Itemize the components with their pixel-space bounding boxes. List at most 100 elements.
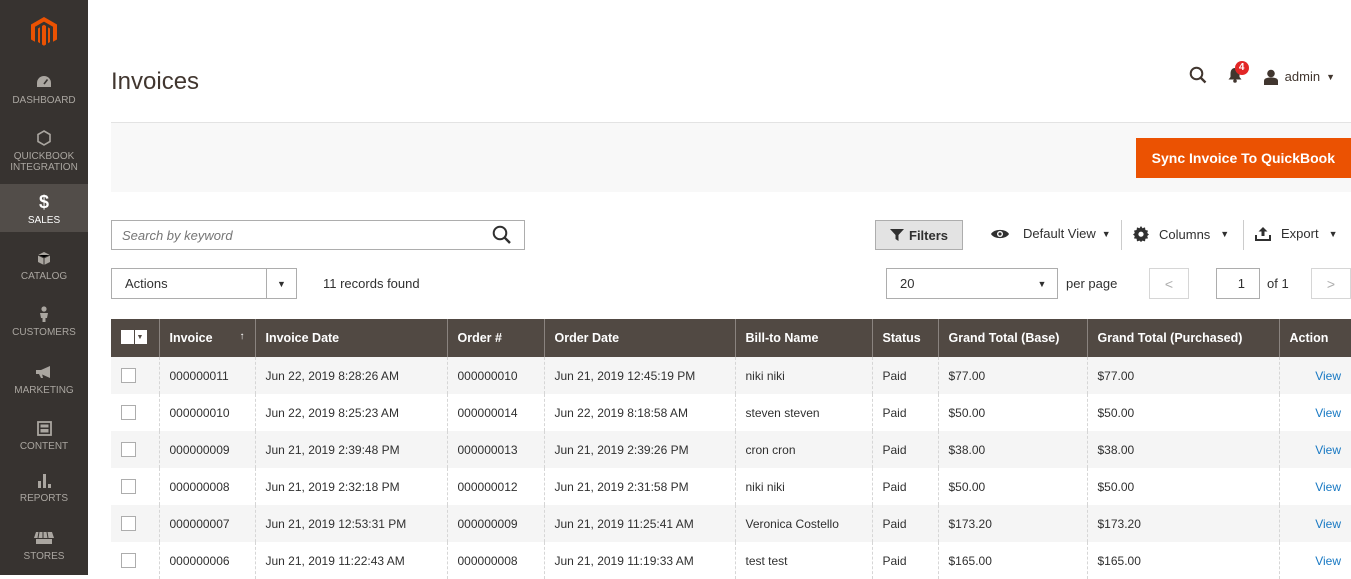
grand-total-purchased-cell: $38.00 <box>1097 442 1135 457</box>
view-link[interactable]: View <box>1315 480 1341 494</box>
grid-header-row: ▼ Invoice ↑ Invoice Date Order # Order D… <box>111 319 1351 357</box>
status-cell: Paid <box>871 468 938 505</box>
sidebar-item-label: STORES <box>23 551 65 562</box>
invoice-cell: 000000006 <box>169 553 230 568</box>
user-menu[interactable]: admin ▼ <box>1263 69 1335 85</box>
magento-logo-icon[interactable] <box>0 0 88 64</box>
sidebar-item-reports[interactable]: REPORTS <box>0 470 88 510</box>
sidebar-item-quickbook-integration[interactable]: QUICKBOOK INTEGRATION <box>0 128 88 176</box>
bill-to-name-cell: Veronica Costello <box>745 516 839 531</box>
bill-to-name-cell: cron cron <box>745 442 796 457</box>
column-header-order[interactable]: Order # <box>446 319 544 357</box>
grand-total-base-cell: $165.00 <box>937 542 1087 579</box>
order-cell: 000000010 <box>446 357 544 394</box>
row-checkbox[interactable] <box>121 516 136 532</box>
search-icon[interactable] <box>492 225 512 250</box>
columns-control[interactable]: Columns ▼ <box>1133 226 1229 242</box>
row-checkbox[interactable] <box>121 553 136 569</box>
per-page-value: 20 <box>900 276 915 291</box>
sidebar-item-dashboard[interactable]: DASHBOARD <box>0 72 88 112</box>
view-switcher[interactable]: Default View ▼ <box>991 226 1111 241</box>
grand-total-purchased-cell: $77.00 <box>1097 368 1135 383</box>
bill-to-name-cell: niki niki <box>745 368 785 383</box>
table-row: 000000007 Jun 21, 2019 12:53:31 PM 0000000… <box>111 505 1351 542</box>
checkbox-cell <box>111 542 159 579</box>
sidebar-item-label: SALES <box>27 215 61 226</box>
bill-to-name-cell: steven steven <box>734 394 872 431</box>
chevron-down-icon: ▼ <box>266 269 296 298</box>
filters-button[interactable]: Filters <box>875 220 964 250</box>
prev-page-button[interactable]: < <box>1149 268 1189 299</box>
row-checkbox[interactable] <box>121 479 136 495</box>
chevron-down-icon: ▼ <box>1037 278 1047 289</box>
main-content: Invoices 4 admin ▼ Sync Invoice To Quick… <box>88 0 1351 579</box>
export-control[interactable]: Export ▼ <box>1255 226 1338 241</box>
view-link[interactable]: View <box>1315 443 1341 457</box>
column-header-bill-to-name[interactable]: Bill-to Name <box>734 319 872 357</box>
per-page-select[interactable]: 20 ▼ <box>886 268 1058 299</box>
order-cell: 000000008 <box>446 542 544 579</box>
column-header-invoice[interactable]: Invoice ↑ <box>158 319 255 357</box>
grand-total-base-cell: $50.00 <box>937 394 1087 431</box>
chevron-right-icon: > <box>1326 275 1336 292</box>
row-checkbox[interactable] <box>121 442 136 458</box>
search-input[interactable] <box>112 221 482 249</box>
mass-select-checkbox[interactable]: ▼ <box>121 330 147 344</box>
page-number-input[interactable]: 1 <box>1216 268 1260 299</box>
column-header-invoice-date[interactable]: Invoice Date <box>254 319 447 357</box>
order-cell: 000000009 <box>446 505 544 542</box>
action-cell: View <box>1278 505 1351 542</box>
chevron-down-icon: ▼ <box>134 330 145 344</box>
next-page-button[interactable]: > <box>1311 268 1351 299</box>
invoice-cell: 000000006 <box>158 542 255 579</box>
grand-total-base-cell: $165.00 <box>948 553 992 568</box>
sidebar-item-content[interactable]: CONTENT <box>0 418 88 458</box>
grand-total-base-cell: $38.00 <box>937 431 1087 468</box>
order-date-cell: Jun 21, 2019 12:45:19 PM <box>554 368 696 383</box>
view-link[interactable]: View <box>1315 517 1341 531</box>
row-checkbox[interactable] <box>121 405 136 421</box>
column-header-grand-total-purchased[interactable]: Grand Total (Purchased) <box>1086 319 1279 357</box>
table-row: 000000009 Jun 21, 2019 2:39:48 PM 00000001… <box>111 431 1351 468</box>
order-cell: 000000013 <box>446 431 544 468</box>
sidebar-item-customers[interactable]: CUSTOMERS <box>0 304 88 344</box>
column-header-grand-total-base[interactable]: Grand Total (Base) <box>937 319 1087 357</box>
order-cell: 000000012 <box>446 468 544 505</box>
sidebar-item-marketing[interactable]: MARKETING <box>0 362 88 402</box>
grand-total-purchased-cell: $50.00 <box>1097 479 1135 494</box>
mass-actions-select[interactable]: Actions ▼ <box>111 268 297 299</box>
grand-total-purchased-cell: $50.00 <box>1086 468 1279 505</box>
status-cell: Paid <box>882 442 907 457</box>
mass-select-header[interactable]: ▼ <box>111 319 159 357</box>
sidebar-item-sales[interactable]: $ SALES <box>0 184 88 232</box>
view-link[interactable]: View <box>1315 406 1341 420</box>
invoice-date-cell: Jun 22, 2019 8:28:26 AM <box>265 368 399 383</box>
sync-invoice-button[interactable]: Sync Invoice To QuickBook <box>1135 138 1351 178</box>
status-cell: Paid <box>871 505 938 542</box>
chevron-left-icon: < <box>1164 275 1174 292</box>
notifications-bell[interactable]: 4 <box>1227 61 1249 86</box>
sidebar-item-label: CONTENT <box>19 441 69 452</box>
order-cell: 000000009 <box>457 516 518 531</box>
sidebar-item-label: MARKETING <box>14 385 74 396</box>
search-icon[interactable] <box>1189 66 1207 87</box>
keyword-search <box>111 220 525 250</box>
checkbox-cell <box>111 431 159 468</box>
admin-sidebar: DASHBOARD QUICKBOOK INTEGRATION $ SALES … <box>0 0 88 575</box>
column-header-status[interactable]: Status <box>871 319 938 357</box>
grand-total-purchased-cell: $173.20 <box>1086 505 1279 542</box>
sidebar-item-stores[interactable]: STORES <box>0 528 88 568</box>
grand-total-purchased-cell: $165.00 <box>1097 553 1141 568</box>
chevron-down-icon: ▼ <box>1326 71 1335 82</box>
view-link[interactable]: View <box>1315 554 1341 568</box>
column-header-order-date[interactable]: Order Date <box>543 319 735 357</box>
row-checkbox[interactable] <box>121 368 136 384</box>
sidebar-item-catalog[interactable]: CATALOG <box>0 248 88 288</box>
sidebar-item-label: QUICKBOOK INTEGRATION <box>10 151 78 173</box>
bill-to-name-cell: test test <box>745 553 788 568</box>
view-link[interactable]: View <box>1315 369 1341 383</box>
grand-total-purchased-cell: $173.20 <box>1097 516 1141 531</box>
hexagon-icon <box>37 128 51 148</box>
chevron-down-icon: ▼ <box>1328 228 1338 239</box>
checkbox-cell <box>111 357 159 394</box>
